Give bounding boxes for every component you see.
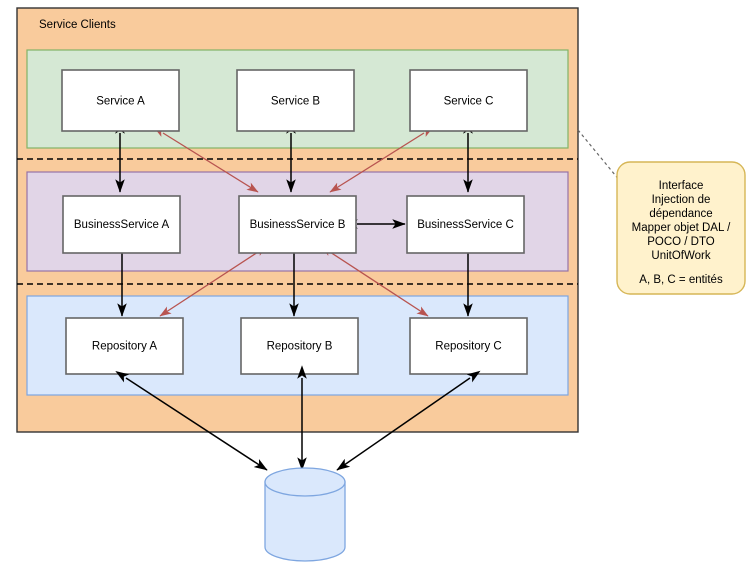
architecture-diagram: Service Clients Service A Service B Serv… [0, 0, 750, 569]
legend-line-4: Mapper objet DAL / [632, 222, 731, 234]
node-businessservice-b-label: BusinessService B [250, 219, 346, 231]
legend-line-6: UnitOfWork [651, 250, 710, 262]
node-businessservice-a-label: BusinessService A [74, 219, 170, 231]
legend-line-5: POCO / DTO [647, 236, 715, 248]
node-repository-b[interactable]: Repository B [240, 317, 359, 375]
node-repository-a[interactable]: Repository A [65, 317, 184, 375]
legend-line-3: dépendance [649, 208, 712, 220]
node-service-c[interactable]: Service C [409, 69, 528, 132]
node-repository-c-label: Repository C [435, 341, 501, 353]
node-service-b-label: Service B [271, 96, 321, 108]
legend-footer: A, B, C = entités [639, 274, 723, 286]
node-businessservice-c-label: BusinessService C [417, 219, 514, 231]
database-cylinder[interactable] [264, 467, 346, 562]
service-clients-title: Service Clients [39, 19, 116, 31]
node-repository-c[interactable]: Repository C [409, 317, 528, 375]
legend-line-1: Interface [659, 180, 704, 192]
legend-line-2: Injection de [652, 194, 711, 206]
node-businessservice-b[interactable]: BusinessService B [238, 195, 357, 254]
node-service-a[interactable]: Service A [61, 69, 180, 132]
legend-box: Interface Injection de dépendance Mapper… [616, 161, 746, 295]
node-service-c-label: Service C [444, 96, 494, 108]
node-service-a-label: Service A [96, 96, 145, 108]
node-repository-a-label: Repository A [92, 341, 158, 353]
node-businessservice-a[interactable]: BusinessService A [62, 195, 181, 254]
node-service-b[interactable]: Service B [236, 69, 355, 132]
node-businessservice-c[interactable]: BusinessService C [406, 195, 525, 254]
node-repository-b-label: Repository B [267, 341, 333, 353]
